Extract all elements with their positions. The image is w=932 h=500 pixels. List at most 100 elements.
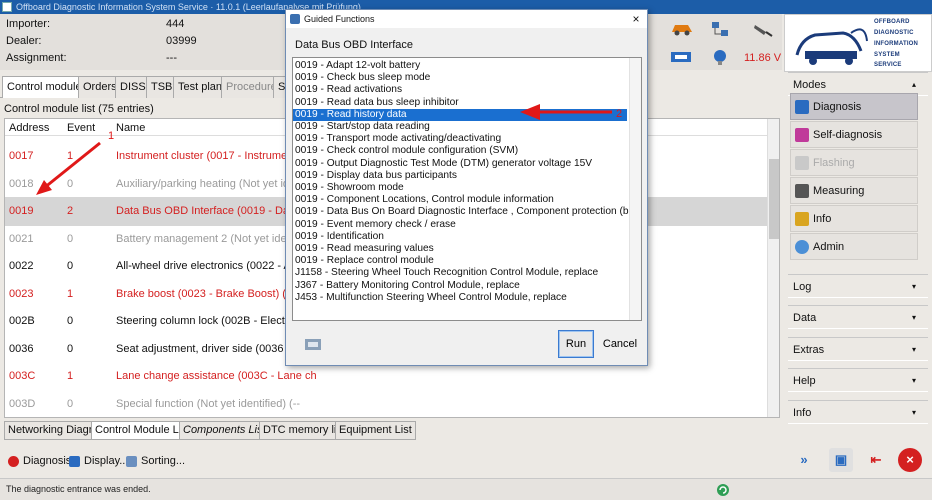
list-item[interactable]: 0019 - Showroom mode — [293, 182, 627, 194]
dialog-list-scrollbar[interactable] — [629, 58, 641, 320]
logo-line-5: SERVICE — [874, 62, 902, 68]
importer-value: 444 — [166, 18, 185, 30]
table-row[interactable]: 003C 1 Lane change assistance (003C - Lane… — [5, 362, 771, 391]
main-tabs: Control modules Orders DISS TSB Test pla… — [0, 76, 300, 98]
modes-header-label: Modes — [793, 79, 827, 91]
dialog-settings-icon[interactable] — [303, 335, 323, 353]
list-item[interactable]: 0019 - Check control module configuratio… — [293, 145, 627, 157]
cell-event: 0 — [67, 315, 74, 327]
column-event[interactable]: Event — [67, 122, 95, 134]
info-header-label: Info — [793, 407, 812, 419]
log-header-label: Log — [793, 281, 812, 293]
expand-icon: ▾ — [911, 408, 916, 417]
cell-address: 0021 — [9, 232, 34, 245]
list-item[interactable]: J1158 - Steering Wheel Touch Recognition… — [293, 267, 627, 279]
mode-panel: Modes ▴ Diagnosis Self-diagnosis Flashing… — [788, 72, 928, 444]
list-item[interactable]: 0019 - Start/stop data reading — [293, 121, 627, 133]
help-section-header[interactable]: Help ▾ — [788, 368, 928, 392]
mode-diagnosis[interactable]: Diagnosis — [790, 93, 918, 120]
list-item[interactable]: J367 - Battery Monitoring Control Module… — [293, 280, 627, 292]
mode-flashing[interactable]: Flashing — [790, 149, 918, 176]
extras-section-header[interactable]: Extras ▾ — [788, 337, 928, 361]
list-item[interactable]: 0019 - Read data bus sleep inhibitor — [293, 97, 627, 109]
column-address[interactable]: Address — [9, 122, 49, 134]
cell-address: 0036 — [9, 342, 34, 355]
exit-session-icon[interactable]: ⇤ — [864, 448, 888, 472]
list-item[interactable]: 0019 - Component Locations, Control modu… — [293, 194, 627, 206]
mode-diagnosis-label: Diagnosis — [813, 101, 862, 113]
dialog-close-icon[interactable]: × — [629, 10, 643, 28]
help-header-label: Help — [793, 375, 816, 387]
diagnosis-label: Diagnosis — [23, 455, 72, 467]
guided-function-list[interactable]: 0019 - Adapt 12-volt battery 0019 - Check… — [292, 57, 642, 321]
cell-event: 0 — [67, 342, 74, 355]
data-header-label: Data — [793, 312, 817, 324]
tab-components-list[interactable]: Components List — [179, 421, 270, 440]
cell-event: 2 — [67, 205, 74, 217]
cell-name: Lane change assistance (003C - Lane ch — [116, 370, 317, 382]
mode-admin-label: Admin — [813, 241, 845, 253]
guided-functions-dialog: Guided Functions × Data Bus OBD Interfac… — [285, 9, 648, 366]
list-item[interactable]: 0019 - Identification — [293, 231, 627, 243]
refresh-status-icon — [717, 484, 729, 496]
list-item[interactable]: 0019 - Adapt 12-volt battery — [293, 60, 627, 72]
cell-event: 0 — [67, 397, 74, 410]
mode-info-label: Info — [813, 213, 832, 225]
cell-event: 1 — [67, 370, 74, 382]
table-row[interactable]: 003D 0 Special function (Not yet identifie… — [5, 390, 771, 418]
mode-admin[interactable]: Admin — [790, 233, 918, 260]
list-item[interactable]: J453 - Multifunction Steering Wheel Cont… — [293, 292, 627, 304]
cell-event: 0 — [67, 260, 74, 272]
network-icon[interactable] — [710, 20, 730, 40]
cell-address: 0019 — [9, 205, 34, 217]
bottom-toolbar: Diagnosis Display... Sorting... — [4, 450, 779, 472]
diagnosis-button[interactable]: Diagnosis — [8, 452, 71, 470]
logo-line-4: SYSTEM — [874, 52, 900, 58]
list-item[interactable]: 0019 - Transport mode activating/deactiv… — [293, 133, 627, 145]
list-scrollbar[interactable] — [767, 119, 779, 417]
data-section-header[interactable]: Data ▾ — [788, 305, 928, 329]
list-scrollbar-thumb[interactable] — [769, 159, 779, 239]
screenshot-icon[interactable]: ▣ — [829, 448, 853, 472]
list-item[interactable]: 0019 - Read history data — [293, 108, 627, 121]
info-section-header[interactable]: Info ▾ — [788, 400, 928, 424]
list-item[interactable]: 0019 - Data Bus On Board Diagnostic Inte… — [293, 206, 641, 218]
mode-measuring-equipment[interactable]: Measuring Equipment — [790, 177, 918, 224]
column-name[interactable]: Name — [116, 122, 145, 134]
list-item[interactable]: 0019 - Replace control module — [293, 255, 627, 267]
diagnostic-plug-icon[interactable] — [752, 20, 774, 38]
admin-gear-icon — [795, 240, 809, 254]
status-message: The diagnostic entrance was ended. — [6, 484, 151, 494]
cell-name: Driver's door electronics (0042 - Driver… — [116, 417, 766, 418]
cell-address: 0023 — [9, 287, 34, 300]
cancel-button[interactable]: Cancel — [599, 330, 641, 358]
battery-voltage: 11.86 V — [744, 52, 782, 64]
diagnosis-mode-icon — [795, 100, 809, 114]
list-item[interactable]: 0019 - Read measuring values — [293, 243, 627, 255]
sorting-button[interactable]: Sorting... — [126, 452, 185, 470]
log-section-header[interactable]: Log ▾ — [788, 274, 928, 298]
list-item[interactable]: 0019 - Output Diagnostic Test Mode (DTM)… — [293, 158, 627, 170]
list-item[interactable]: 0019 - Display data bus participants — [293, 170, 627, 182]
expand-icon: ▾ — [911, 313, 916, 322]
tab-test-plan[interactable]: Test plan — [173, 76, 228, 98]
list-item[interactable]: 0019 - Read activations — [293, 84, 627, 96]
dialog-title: Guided Functions — [304, 14, 375, 24]
mode-self-diagnosis[interactable]: Self-diagnosis — [790, 121, 918, 148]
forward-icon[interactable]: » — [792, 448, 816, 472]
mode-info[interactable]: Info — [790, 205, 918, 232]
cell-event: 1 — [67, 287, 74, 300]
cell-address: 0018 — [9, 177, 34, 190]
tab-equipment-list[interactable]: Equipment List — [335, 421, 416, 440]
diagnosis-icon — [8, 456, 19, 467]
sorting-label: Sorting... — [141, 455, 186, 467]
list-item[interactable]: 0019 - Check bus sleep mode — [293, 72, 627, 84]
table-row[interactable]: 0042 0 Driver's door electronics (0042 - D… — [5, 417, 771, 418]
car-connection-icon[interactable] — [670, 20, 694, 36]
run-button[interactable]: Run — [558, 330, 594, 358]
display-button[interactable]: Display... — [69, 452, 128, 470]
odis-logo: OFFBOARD DIAGNOSTIC INFORMATION SYSTEM S… — [784, 14, 932, 72]
list-item[interactable]: 0019 - Event memory check / erase — [293, 219, 627, 231]
expand-icon: ▾ — [911, 376, 916, 385]
close-app-icon[interactable]: × — [898, 448, 922, 472]
